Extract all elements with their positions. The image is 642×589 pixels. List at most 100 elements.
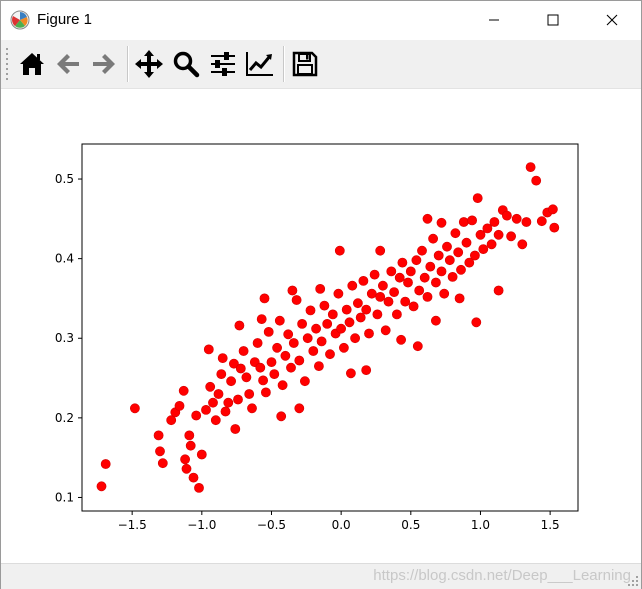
scatter-point [258, 375, 268, 386]
move-icon [135, 50, 163, 78]
resize-grip-icon[interactable] [627, 575, 639, 587]
zoom-button[interactable] [170, 48, 202, 80]
x-tick-label: 0.0 [332, 518, 351, 532]
y-tick-label: 0.2 [55, 411, 74, 425]
scatter-point [334, 245, 345, 256]
scatter-point [361, 365, 372, 375]
scatter-point [347, 280, 358, 291]
configure-subplots-button[interactable] [207, 48, 239, 80]
scatter-point [364, 328, 374, 339]
scatter-point [419, 272, 430, 283]
scatter-point [247, 403, 257, 414]
scatter-point [456, 264, 466, 275]
edit-axis-button[interactable] [244, 48, 276, 80]
scatter-point [311, 323, 321, 334]
scatter-point [453, 247, 464, 258]
y-tick-label: 0.3 [55, 331, 74, 345]
close-button[interactable] [589, 1, 635, 39]
scatter-point [341, 304, 352, 315]
save-button[interactable] [289, 48, 321, 80]
scatter-point [548, 204, 558, 215]
x-tick-label: 1.0 [471, 518, 490, 532]
home-button[interactable] [16, 48, 48, 80]
scatter-point [333, 288, 344, 299]
scatter-point [444, 255, 455, 266]
scatter-point [501, 210, 512, 221]
scatter-point [525, 162, 536, 172]
scatter-plot: −1.5 −1.0 −0.5 0.0 0.5 1.0 1.5 0.1 0.2 0.3 0.4 0.5 [55, 143, 579, 532]
figure-canvas[interactable]: −1.5 −1.0 −0.5 0.0 0.5 1.0 1.5 0.1 0.2 0.3 0.4 0.5 [1, 89, 641, 562]
scatter-point [241, 372, 252, 383]
scatter-point [447, 271, 458, 282]
scatter-point [155, 446, 165, 457]
pan-button[interactable] [133, 48, 165, 80]
scatter-point [233, 394, 243, 405]
scatter-point [294, 355, 305, 366]
forward-button[interactable] [88, 48, 120, 80]
title-bar[interactable]: Figure 1 [1, 1, 641, 39]
scatter-point [458, 217, 469, 227]
scatter-point [178, 385, 189, 396]
scatter-point [325, 349, 335, 360]
scatter-point [286, 362, 296, 373]
minimize-button[interactable] [471, 1, 517, 39]
scatter-point [352, 298, 363, 309]
scatter-point [208, 397, 218, 408]
scatter-point [478, 244, 489, 254]
scatter-point [442, 241, 452, 252]
scatter-point [327, 309, 338, 320]
scatter-point [430, 277, 441, 288]
scatter-point [422, 291, 433, 302]
scatter-point [472, 193, 483, 203]
scatter-point [493, 229, 504, 240]
scatter-point [422, 213, 433, 224]
figure-window: Figure 1 −1.5 −1.0 −0.5 0.0 0.5 1.0 1.5 … [0, 0, 642, 589]
scatter-point [220, 406, 231, 417]
scatter-point [531, 175, 542, 186]
scatter-point [405, 266, 416, 277]
scatter-point [244, 389, 255, 399]
scatter-point [375, 291, 386, 302]
scatter-point [361, 304, 372, 315]
scatter-point [174, 400, 185, 411]
scatter-point [153, 430, 164, 441]
x-axis: −1.5 −1.0 −0.5 0.0 0.5 1.0 1.5 [118, 511, 560, 532]
scatter-point [203, 344, 214, 355]
scatter-point [256, 314, 267, 324]
scatter-point [201, 404, 211, 415]
scatter-point [467, 215, 477, 226]
maximize-icon [547, 14, 559, 26]
scatter-point [430, 315, 441, 326]
scatter-point [396, 334, 406, 345]
toolbar-grip-icon[interactable] [5, 46, 9, 82]
scatter-point [383, 296, 394, 307]
scatter-point [283, 329, 294, 340]
scatter-point [549, 222, 560, 233]
maximize-button[interactable] [530, 1, 576, 39]
scatter-point [308, 346, 319, 356]
scatter-point [184, 430, 195, 441]
x-tick-label: −0.5 [257, 518, 286, 532]
sliders-icon [211, 52, 235, 76]
scatter-point [461, 237, 472, 248]
scatter-point [336, 323, 346, 334]
scatter-point [297, 318, 307, 329]
scatter-point [417, 245, 427, 256]
scatter-point [100, 459, 111, 469]
scatter-point [394, 272, 405, 283]
scatter-point [400, 296, 411, 307]
scatter-point [272, 342, 282, 353]
back-button[interactable] [52, 48, 84, 80]
scatter-point [316, 336, 327, 347]
x-tick-label: 1.5 [541, 518, 560, 532]
scatter-point [274, 315, 285, 326]
window-title: Figure 1 [37, 11, 93, 28]
status-bar: https://blog.csdn.net/Deep___Learning [1, 563, 641, 589]
scatter-point [493, 285, 504, 296]
scatter-point [482, 223, 493, 234]
scatter-point [129, 403, 140, 414]
scatter-point [450, 228, 461, 239]
scatter-point [269, 369, 280, 379]
scatter-point [372, 309, 383, 320]
scatter-point [397, 257, 408, 268]
